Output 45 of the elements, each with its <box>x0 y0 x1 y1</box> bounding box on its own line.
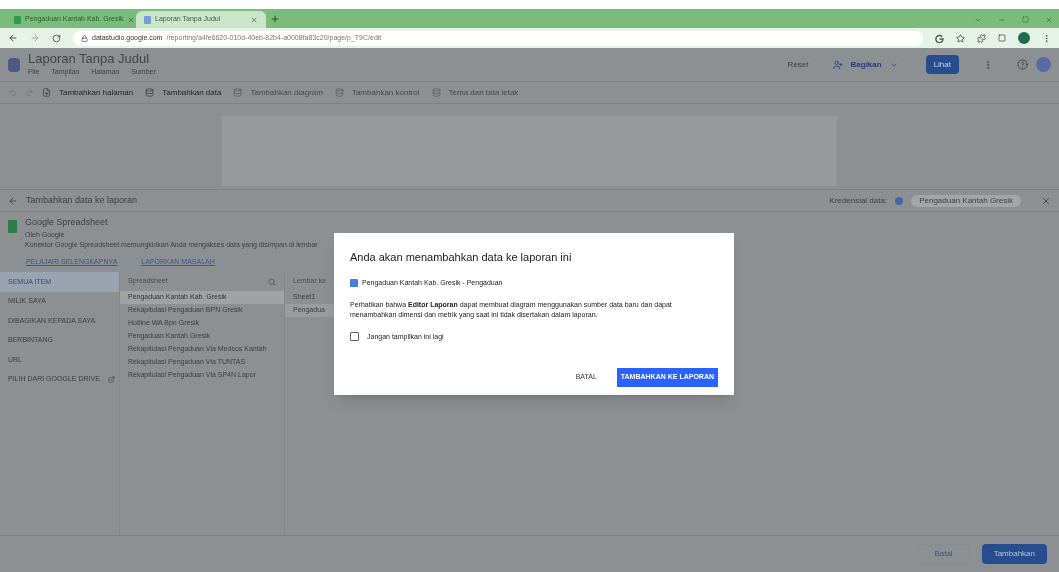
menu-icon[interactable] <box>1042 33 1051 43</box>
minimize-icon[interactable] <box>998 16 1006 24</box>
add-person-icon <box>832 59 843 70</box>
share-button[interactable]: Bagikan <box>850 58 882 71</box>
database-icon <box>145 88 155 97</box>
report-icon <box>144 15 151 24</box>
restore-icon[interactable] <box>1022 16 1029 24</box>
add-page-icon <box>42 88 51 97</box>
avatar-icon[interactable] <box>1018 32 1030 44</box>
help-icon[interactable] <box>1017 59 1028 70</box>
search-icon <box>268 277 276 286</box>
logo-icon <box>8 57 20 72</box>
close-icon[interactable] <box>1045 16 1053 24</box>
database-icon <box>334 88 344 97</box>
close-icon[interactable] <box>250 15 258 24</box>
reset-button[interactable]: Reset <box>787 58 809 71</box>
data-source-icon <box>350 278 358 287</box>
checkbox[interactable] <box>350 332 359 342</box>
star-icon[interactable] <box>956 33 965 43</box>
database-icon <box>233 88 243 97</box>
chevron-icon <box>974 16 982 24</box>
new-tab-icon[interactable] <box>270 14 280 24</box>
back-icon[interactable] <box>8 33 18 43</box>
view-button[interactable]: Lihat <box>925 55 959 74</box>
database-icon <box>431 88 441 97</box>
toolbar-button[interactable]: Tambahkan data <box>162 86 222 99</box>
close-icon[interactable] <box>1041 195 1051 206</box>
panel-title: Tambahkan data ke laporan <box>26 193 138 207</box>
dialog-title: Anda akan menambahkan data ke laporan ini <box>350 250 573 265</box>
external-link-icon <box>107 375 115 383</box>
report-title[interactable]: Laporan Tanpa Judul <box>28 51 156 68</box>
reload-icon[interactable] <box>52 33 61 43</box>
toolbar-button[interactable]: Tambahkan halaman <box>59 86 134 99</box>
sheet-icon <box>14 15 21 24</box>
sheets-icon <box>8 220 17 233</box>
close-icon[interactable] <box>127 15 136 24</box>
extension-icon[interactable] <box>977 33 986 43</box>
google-icon <box>935 33 944 43</box>
forward-icon[interactable] <box>30 33 40 43</box>
credential-icon <box>895 196 904 205</box>
credential-chip[interactable]: Pengaduan Kantah Gresik <box>911 194 1021 207</box>
connector-name: Google Spreadsheet <box>25 216 109 229</box>
credential-label: Kredensial data: <box>829 194 888 207</box>
add-button[interactable]: Tambahkan <box>981 544 1047 564</box>
back-icon[interactable] <box>8 195 18 206</box>
